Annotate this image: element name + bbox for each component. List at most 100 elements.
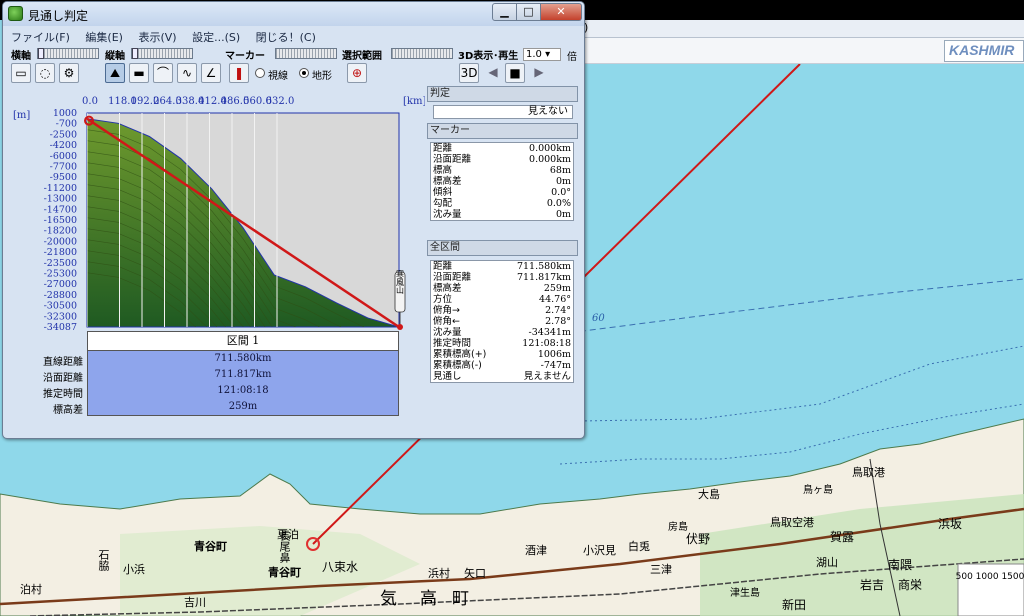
y-tick-label: -28800 <box>44 290 77 301</box>
info-row: 距離 711.580km <box>431 261 574 273</box>
map-label: 白兎 <box>628 540 650 553</box>
info-row-value: 見えません <box>523 371 571 382</box>
map-menubar: ) <box>582 20 1024 38</box>
judge-header: 判定 <box>427 86 578 102</box>
y-tick-label: -25300 <box>44 269 77 280</box>
menu-bar: ファイル(F) 編集(E) 表示(V) 設定...(S) 閉じる！(C) <box>7 28 581 45</box>
map-label: 伏野 <box>686 532 711 546</box>
info-row-value: 44.76° <box>539 294 571 305</box>
map-title-box[interactable]: KASHMIR <box>944 40 1024 62</box>
y-tick-label: -27000 <box>44 279 77 290</box>
radio-terrain-label: 地形 <box>312 71 332 82</box>
info-row-label: 距離 <box>433 143 453 154</box>
y-tick-label: -11200 <box>44 183 77 194</box>
mountain-profile-icon[interactable]: ⛰ <box>105 63 125 83</box>
map-label: 鳥取港 <box>852 466 885 479</box>
app-icon <box>8 6 23 21</box>
map-depth-label: 60 <box>592 313 605 324</box>
info-row: 方位 44.76° <box>431 294 574 305</box>
y-tick-label: -13000 <box>44 194 77 205</box>
info-row-label: 推定時間 <box>433 338 472 349</box>
map-label: 高 <box>420 589 437 609</box>
map-toolbar: KASHMIR <box>582 38 1024 64</box>
y-tick-label: -20000 <box>44 236 77 247</box>
map-label: 泊村 <box>20 583 42 596</box>
menu-file[interactable]: ファイル(F) <box>7 28 74 46</box>
radio-sightline[interactable] <box>255 68 265 78</box>
angle-icon[interactable]: ∠ <box>201 63 221 83</box>
window-title: 見通し判定 <box>28 9 89 23</box>
marker-pin-icon[interactable]: ❚ <box>229 63 249 83</box>
info-row-label: 沈み量 <box>433 209 462 220</box>
info-row-label: 俯角→ <box>433 305 460 316</box>
y-tick-label: -32300 <box>44 311 77 322</box>
curve-profile-icon[interactable]: ⌒ <box>153 63 173 83</box>
selection-slider[interactable] <box>391 48 453 59</box>
section-header[interactable]: 区間 1 <box>87 331 399 351</box>
close-button[interactable]: ✕ <box>540 3 582 21</box>
info-row-value: 0.000km <box>529 154 571 165</box>
stop-icon[interactable]: ■ <box>505 63 525 83</box>
info-row: 標高 68m <box>431 165 574 176</box>
scale-bar-label: 500 1000 1500 <box>956 572 1024 582</box>
marker-slider[interactable] <box>275 48 337 59</box>
vertical-axis-slider[interactable] <box>131 48 193 59</box>
line-of-sight-dialog: 見通し判定 ▁ □ ✕ ファイル(F) 編集(E) 表示(V) 設定...(S)… <box>2 1 585 439</box>
horizontal-axis-slider[interactable] <box>37 48 99 59</box>
info-row-value: 711.817km <box>516 272 571 283</box>
play-back-icon[interactable]: ◀ <box>483 63 503 83</box>
circle-arrow-icon[interactable]: ◌ <box>35 63 55 83</box>
flat-profile-icon[interactable]: ▬ <box>129 63 149 83</box>
maximize-button[interactable]: □ <box>516 3 541 21</box>
y-tick-label: -700 <box>56 119 77 130</box>
info-row-value: 0.0° <box>551 187 571 198</box>
y-tick-label: -2500 <box>50 129 77 140</box>
info-row-label: 沿面距離 <box>433 154 472 165</box>
map-label: 賀露 <box>830 530 855 544</box>
y-tick-label: -23500 <box>44 258 77 269</box>
radio-terrain[interactable] <box>299 68 309 78</box>
play-forward-icon[interactable]: ▶ <box>529 63 549 83</box>
section-straight-distance: 711.580km <box>214 353 272 364</box>
minimize-button[interactable]: ▁ <box>492 3 517 21</box>
judge-result: 見えない <box>433 105 573 119</box>
map-label: 小沢見 <box>583 544 616 557</box>
info-row: 標高差 259m <box>431 283 574 294</box>
profile-chart[interactable]: 0.0 118.0192.0264.0338.0412.0486.0560.063… <box>7 86 425 336</box>
section-label: 沿面距離 <box>43 373 83 384</box>
menu-settings[interactable]: 設定...(S) <box>188 28 244 46</box>
map-label: 津生島 <box>730 588 760 599</box>
speed-select[interactable]: 1.0 ▾ <box>523 48 561 61</box>
info-panel: 判定 見えない マーカー 距離 0.000km 沿面距離 0.000km 標高 68m 標高… <box>427 86 579 432</box>
marker-header: マーカー <box>427 123 578 139</box>
gear-cursor-icon[interactable]: ⚙ <box>59 63 79 83</box>
selection-label: 選択範囲 <box>342 51 382 62</box>
view-3d-icon[interactable]: 3D <box>459 63 479 83</box>
map-label: 南隈 <box>888 558 913 572</box>
info-row-value: 68m <box>549 165 571 176</box>
horizontal-axis-label: 横軸 <box>11 51 31 62</box>
x-tick-label: 0.0 <box>82 96 98 107</box>
slider-knob[interactable] <box>132 48 138 59</box>
y-tick-label: -21800 <box>44 247 77 258</box>
marker-label: マーカー <box>225 51 265 62</box>
menu-view[interactable]: 表示(V) <box>134 28 180 46</box>
slider-knob[interactable] <box>38 48 44 59</box>
map-label: 青谷町 <box>194 540 227 553</box>
menu-close[interactable]: 閉じる！(C) <box>252 28 320 46</box>
profile-chart-panel: 0.0 118.0 192.0 264.0 338.0 412.0 486.0 560.0 63… <box>7 86 425 432</box>
end-point-label: 寒風山 <box>396 269 405 295</box>
menu-edit[interactable]: 編集(E) <box>81 28 127 46</box>
map-label: 石脇 <box>97 549 110 571</box>
info-row-value: 2.74° <box>545 305 571 316</box>
zoom-selection-icon[interactable]: ⊕ <box>347 63 367 83</box>
map-label: 矢口 <box>464 567 486 580</box>
title-bar[interactable]: 見通し判定 ▁ □ ✕ <box>3 2 584 26</box>
info-row: 沿面距離 711.817km <box>431 272 574 283</box>
wave-profile-icon[interactable]: ∿ <box>177 63 197 83</box>
ruler-icon[interactable]: ▭ <box>11 63 31 83</box>
section-label: 直線距離 <box>43 357 83 368</box>
y-tick-label: -4200 <box>50 140 77 151</box>
info-row-label: 傾斜 <box>433 187 453 198</box>
marker-table: 距離 0.000km 沿面距離 0.000km 標高 68m 標高差 0m 傾斜 0.0° 勾配 0.… <box>430 142 574 221</box>
